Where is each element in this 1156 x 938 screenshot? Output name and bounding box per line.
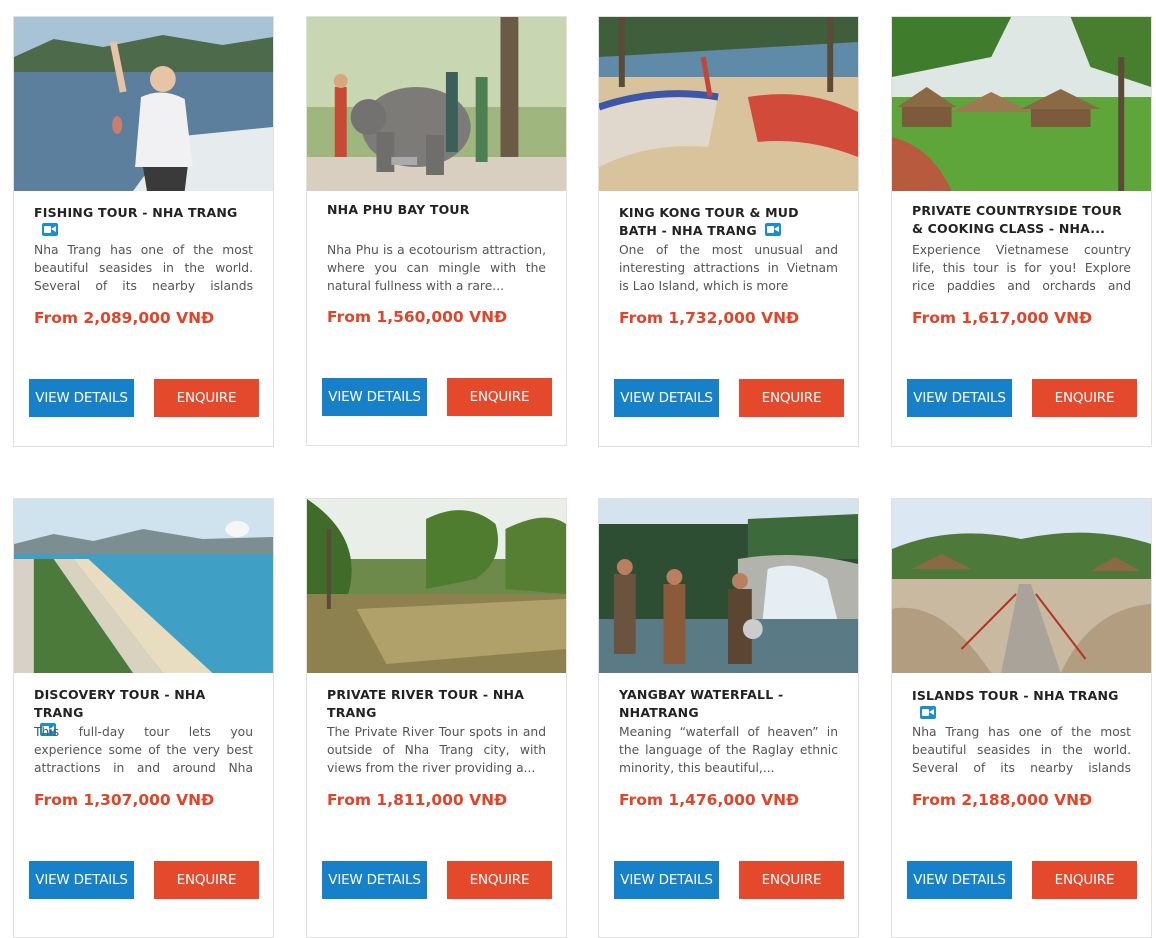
tour-description: This full-day tour lets you experience s… [34, 725, 253, 775]
tour-card: NHA PHU BAY TOUR Nha Phu is a ecotourism… [306, 16, 567, 446]
enquire-button[interactable]: ENQUIRE [154, 861, 259, 899]
enquire-button[interactable]: ENQUIRE [1032, 379, 1137, 417]
tour-title[interactable]: FISHING TOUR - NHA TRANG [34, 204, 253, 240]
tour-price: From 1,811,000 VNĐ [327, 791, 508, 809]
tour-card: ISLANDS TOUR - NHA TRANG Nha Trang has o… [891, 498, 1152, 938]
countryside-resort-photo [892, 17, 1151, 191]
tour-card: DISCOVERY TOUR - NHA TRANG This full-day… [13, 498, 274, 938]
enquire-button[interactable]: ENQUIRE [447, 378, 552, 416]
tour-price: From 2,188,000 VNĐ [912, 791, 1093, 809]
view-details-button[interactable]: VIEW DETAILS [614, 379, 719, 417]
video-camera-icon [764, 223, 781, 236]
tour-image[interactable] [599, 17, 858, 191]
elephant-photo [307, 17, 566, 191]
tour-grid: FISHING TOUR - NHA TRANG Nha Trang has o… [0, 0, 1156, 938]
video-camera-icon [42, 223, 58, 236]
tour-price: From 1,732,000 VNĐ [619, 309, 800, 327]
view-details-button[interactable]: VIEW DETAILS [907, 379, 1012, 417]
view-details-button[interactable]: VIEW DETAILS [29, 379, 134, 417]
waterfall-photo [599, 499, 858, 673]
view-details-button[interactable]: VIEW DETAILS [907, 861, 1012, 899]
tour-title[interactable]: PRIVATE COUNTRYSIDE TOUR & COOKING CLASS… [912, 202, 1131, 238]
tour-card: PRIVATE COUNTRYSIDE TOUR & COOKING CLASS… [891, 16, 1152, 447]
tour-description: Nha Trang has one of the most beautiful … [912, 725, 1131, 775]
enquire-button[interactable]: ENQUIRE [447, 861, 552, 899]
view-details-button[interactable]: VIEW DETAILS [322, 861, 427, 899]
tour-card: YANGBAY WATERFALL - NHATRANG Meaning “wa… [598, 498, 859, 938]
tour-description: Experience Vietnamese country life, this… [912, 243, 1131, 293]
enquire-button[interactable]: ENQUIRE [739, 861, 844, 899]
islands-walkway-photo [892, 499, 1151, 673]
tour-image[interactable] [892, 17, 1151, 191]
tour-price: From 1,476,000 VNĐ [619, 791, 800, 809]
tour-title[interactable]: YANGBAY WATERFALL - NHATRANG [619, 686, 838, 722]
enquire-button[interactable]: ENQUIRE [154, 379, 259, 417]
tour-image[interactable] [892, 499, 1151, 673]
tour-card: PRIVATE RIVER TOUR - NHA TRANG The Priva… [306, 498, 567, 938]
coastline-photo [14, 499, 273, 673]
tour-image[interactable] [307, 499, 566, 673]
view-details-button[interactable]: VIEW DETAILS [614, 861, 719, 899]
tour-image[interactable] [14, 17, 273, 191]
tour-title[interactable]: ISLANDS TOUR - NHA TRANG [912, 687, 1131, 723]
tour-title[interactable]: KING KONG TOUR & MUD BATH - NHA TRANG [619, 204, 838, 240]
tour-image[interactable] [307, 17, 566, 191]
tour-description: Nha Phu is a ecotourism attraction, wher… [327, 243, 546, 293]
island-beach-photo [599, 17, 858, 191]
tour-description: The Private River Tour spots in and outs… [327, 725, 546, 775]
tour-price: From 1,617,000 VNĐ [912, 309, 1093, 327]
tour-title[interactable]: PRIVATE RIVER TOUR - NHA TRANG [327, 686, 546, 722]
tour-price: From 1,307,000 VNĐ [34, 791, 215, 809]
enquire-button[interactable]: ENQUIRE [1032, 861, 1137, 899]
tour-price: From 1,560,000 VNĐ [327, 308, 508, 326]
view-details-button[interactable]: VIEW DETAILS [29, 861, 134, 899]
tour-card: KING KONG TOUR & MUD BATH - NHA TRANG On… [598, 16, 859, 447]
enquire-button[interactable]: ENQUIRE [739, 379, 844, 417]
video-camera-icon [920, 706, 936, 719]
fishing-photo [14, 17, 273, 191]
tour-image[interactable] [14, 499, 273, 673]
river-palms-photo [307, 499, 566, 673]
tour-title[interactable]: NHA PHU BAY TOUR [327, 201, 546, 219]
tour-description: Meaning “waterfall of heaven” in the lan… [619, 725, 838, 775]
tour-price: From 2,089,000 VNĐ [34, 309, 215, 327]
view-details-button[interactable]: VIEW DETAILS [322, 378, 427, 416]
tour-description: One of the most unusual and interesting … [619, 243, 838, 293]
tour-card: FISHING TOUR - NHA TRANG Nha Trang has o… [13, 16, 274, 447]
tour-description: Nha Trang has one of the most beautiful … [34, 243, 253, 293]
tour-image[interactable] [599, 499, 858, 673]
